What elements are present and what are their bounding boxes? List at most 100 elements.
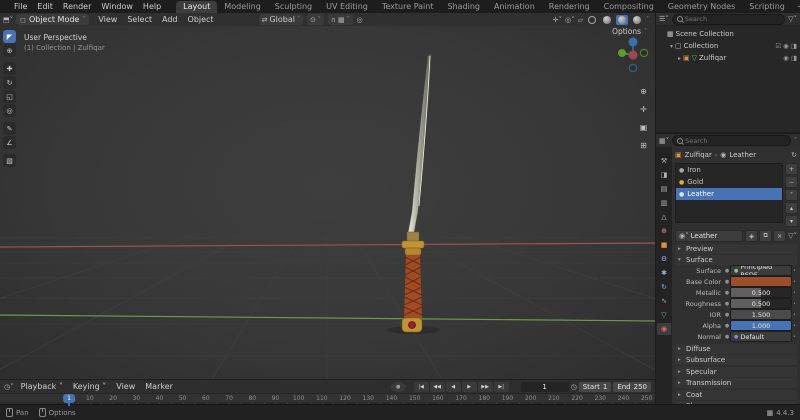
tab-modeling[interactable]: Modeling (217, 1, 267, 13)
animate-dot-icon[interactable]: • (792, 312, 797, 318)
menu-file[interactable]: File (9, 2, 32, 11)
animate-dot-icon[interactable]: • (792, 268, 797, 274)
properties-search-input[interactable] (685, 136, 786, 145)
play-reverse-button[interactable]: ◀ (445, 381, 461, 392)
jump-to-start-button[interactable]: |◀ (413, 381, 429, 392)
camera-toggle-icon[interactable]: ◨ (791, 54, 797, 62)
tool-add-cube[interactable]: ▧ (3, 154, 16, 167)
viewport-menu-object[interactable]: Object (183, 15, 219, 24)
properties-tab-view-layer[interactable]: ▥ (657, 197, 671, 209)
outliner-display-mode-icon[interactable]: ☰˅ (659, 15, 669, 23)
eye-toggle-icon[interactable]: ◉ (783, 54, 789, 62)
play-button[interactable]: ▶ (461, 381, 477, 392)
zoom-icon[interactable]: ⊕ (638, 86, 649, 97)
menu-help[interactable]: Help (138, 2, 166, 11)
pan-hand-icon[interactable]: ✛ (638, 104, 649, 115)
frame-end-field[interactable]: End 250 (613, 381, 651, 392)
tab-scripting[interactable]: Scripting (742, 1, 792, 13)
tool-scale[interactable]: ◱ (3, 90, 16, 103)
gizmo-z-neg-axis[interactable] (628, 63, 638, 73)
properties-tab-world[interactable]: ⊕ (657, 225, 671, 237)
slider-ior[interactable]: 1.500 (730, 309, 792, 320)
properties-tab-object-data[interactable]: ▽ (657, 309, 671, 321)
section-diffuse[interactable]: ▸ Diffuse (675, 343, 797, 354)
menu-render[interactable]: Render (58, 2, 96, 11)
mode-dropdown[interactable]: ◻ Object Mode ˅ (16, 14, 90, 25)
remove-slot-button[interactable]: − (785, 176, 798, 188)
tool-move[interactable]: ✚ (3, 62, 16, 75)
timeline-menu-playback[interactable]: Playback ˅ (16, 382, 68, 391)
timeline-menu-keying[interactable]: Keying ˅ (68, 382, 111, 391)
gizmo-dropdown-icon[interactable]: ✛˅ (553, 16, 562, 24)
shading-rendered-button[interactable] (631, 15, 643, 25)
filter-funnel-icon[interactable]: ▽˅ (788, 15, 797, 23)
snap-dropdown[interactable]: ∩ ▦ ˅ (327, 14, 353, 25)
section-surface[interactable]: ▾ Surface (675, 255, 797, 265)
pivot-dropdown[interactable]: ⊙ ˅ (306, 14, 324, 25)
move-slot-up-button[interactable]: ▴ (785, 202, 798, 214)
select-surface[interactable]: ● Principled BSDF (730, 265, 792, 276)
shading-material-button[interactable] (616, 14, 628, 25)
tab-uv-editing[interactable]: UV Editing (319, 1, 375, 13)
disclosure-arrow-icon[interactable]: ▾ (668, 43, 675, 50)
shading-solid-button[interactable] (601, 15, 613, 25)
tool-cursor[interactable]: ⊕ (3, 44, 16, 57)
material-slot-gold[interactable]: ● Gold (676, 176, 782, 188)
viewport-menu-add[interactable]: Add (157, 15, 183, 24)
tab-compositing[interactable]: Compositing (597, 1, 661, 13)
add-slot-button[interactable]: + (785, 163, 798, 175)
checkbox-toggle-icon[interactable]: ☑ (775, 42, 781, 50)
tool-annotate[interactable]: ✎ (3, 122, 16, 135)
add-workspace-button[interactable]: + (792, 2, 800, 11)
gizmo-x-axis[interactable] (628, 50, 638, 60)
menu-edit[interactable]: Edit (32, 2, 58, 11)
animate-dot-icon[interactable]: • (792, 323, 797, 329)
sync-icon[interactable]: ↻ (791, 151, 797, 159)
animate-dot-icon[interactable]: • (792, 301, 797, 307)
properties-tab-scene[interactable]: △ (657, 211, 671, 223)
tab-layout[interactable]: Layout (176, 1, 218, 13)
tab-texture-paint[interactable]: Texture Paint (375, 1, 441, 13)
properties-tab-tool[interactable]: ⚒ (657, 155, 671, 167)
tab-geometry-nodes[interactable]: Geometry Nodes (661, 1, 742, 13)
section-transmission[interactable]: ▸ Transmission (675, 378, 797, 388)
properties-tab-material[interactable]: ◉ (657, 323, 671, 335)
breadcrumb-material[interactable]: Leather (729, 151, 756, 159)
xray-toggle-icon[interactable]: ▱ (578, 16, 583, 24)
breadcrumb-object[interactable]: Zulfiqar (685, 151, 712, 159)
shading-wireframe-button[interactable] (586, 15, 598, 25)
perspective-toggle-icon[interactable]: ⊞ (638, 140, 649, 151)
properties-editor-icon[interactable]: ▦˅ (659, 137, 669, 145)
slider-alpha[interactable]: 1.000 (730, 320, 792, 331)
outliner-row[interactable]: ▦ Scene Collection (656, 28, 800, 40)
animate-dot-icon[interactable]: • (792, 290, 797, 296)
properties-tab-constraints[interactable]: ∿ (657, 295, 671, 307)
proportional-editing-icon[interactable]: ◎ (357, 16, 363, 24)
material-name-field[interactable]: ◉˅ Leather (675, 230, 744, 242)
outliner-search[interactable] (671, 13, 786, 25)
timeline-menu-marker[interactable]: Marker (140, 382, 178, 391)
frame-start-field[interactable]: Start 1 (578, 381, 612, 392)
orientation-dropdown[interactable]: ⇄ Global ˅ (258, 14, 303, 25)
move-slot-down-button[interactable]: ▾ (785, 215, 798, 227)
properties-tab-modifiers[interactable]: ⚙ (657, 253, 671, 265)
shading-options-chevron[interactable]: ˅ (646, 16, 649, 23)
tool-rotate[interactable]: ↻ (3, 76, 16, 89)
new-material-button[interactable]: ⧉ (759, 230, 773, 242)
tab-rendering[interactable]: Rendering (542, 1, 597, 13)
viewport-menu-view[interactable]: View (93, 15, 122, 24)
3d-viewport[interactable]: User Perspective (1) Collection | Zulfiq… (0, 26, 655, 379)
prev-keyframe-button[interactable]: ◀◀ (429, 381, 445, 392)
base-color-swatch[interactable] (730, 276, 792, 287)
section-coat[interactable]: ▸ Coat (675, 389, 797, 400)
timeline-editor-icon[interactable]: ◷˅ (4, 383, 14, 391)
properties-tab-output[interactable]: ▤ (657, 183, 671, 195)
outliner-row[interactable]: ▸ ▣ ▽ Zulfiqar ◉ ◨ (656, 52, 800, 64)
select-normal[interactable]: ● Default (730, 331, 792, 342)
section-preview[interactable]: ▸ Preview (675, 243, 797, 254)
menu-window[interactable]: Window (96, 2, 138, 11)
outliner-search-input[interactable] (684, 15, 781, 23)
jump-to-end-button[interactable]: ▶| (493, 381, 509, 392)
camera-view-icon[interactable]: ▣ (638, 122, 649, 133)
next-keyframe-button[interactable]: ▶▶ (477, 381, 493, 392)
